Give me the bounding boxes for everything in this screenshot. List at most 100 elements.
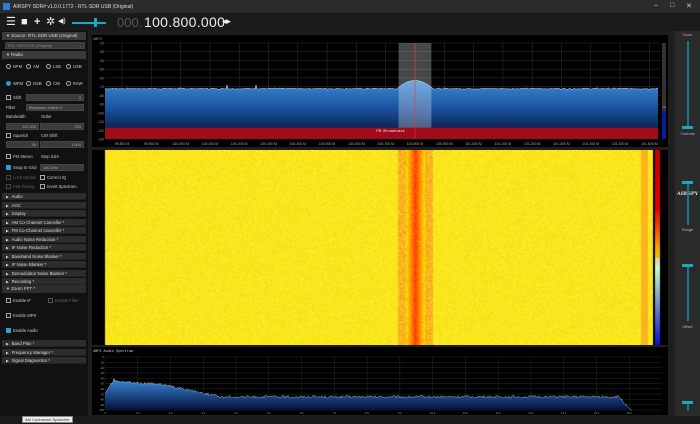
source-header[interactable]: Source: RTL-SDR USB (Original)	[2, 32, 86, 40]
range-slider[interactable]	[687, 183, 689, 225]
section-header[interactable]: Baseband Noise Blanker *	[2, 252, 86, 260]
zoom-slider[interactable]	[687, 41, 689, 126]
invert-spectrum-checkbox[interactable]	[40, 184, 45, 189]
order-label: Order	[41, 114, 52, 119]
stop-button[interactable]: ■	[21, 15, 28, 29]
enable-if-label: Enable IF	[13, 298, 31, 303]
enable-filter-checkbox[interactable]	[48, 298, 53, 303]
snap-to-grid-checkbox[interactable]	[6, 165, 11, 170]
section-header[interactable]: Band Plan *	[2, 340, 86, 347]
mode-radio-wfm[interactable]	[6, 81, 11, 86]
squelch-checkbox[interactable]	[6, 133, 11, 138]
audio-slider-thumb[interactable]	[682, 401, 693, 404]
offset-slider-thumb[interactable]	[682, 264, 693, 267]
section-header[interactable]: AM Co-Channel Canceller *	[2, 218, 86, 226]
section-header[interactable]: AGC	[2, 201, 86, 209]
cw-shift-input[interactable]: 1,000	[40, 141, 84, 148]
filter-select[interactable]: Blackman-Harris 4	[26, 104, 84, 111]
step-size-select[interactable]: 100 kHz	[40, 164, 84, 171]
bandwidth-input[interactable]: 112,000	[6, 123, 39, 130]
section-header[interactable]: Display	[2, 210, 86, 217]
step-size-label: Step Size	[41, 154, 59, 159]
y-tick-label: -60	[100, 387, 104, 391]
mode-radio-usb[interactable]	[66, 64, 71, 69]
source-select[interactable]: RTL-SDR USB (Original) ⌄	[5, 42, 85, 49]
x-tick-label: 101.300 M	[553, 142, 570, 146]
x-tick-label: 7 k	[332, 411, 336, 415]
shift-checkbox[interactable]	[6, 95, 11, 100]
x-tick-label: 101.500 M	[612, 142, 629, 146]
close-button[interactable]: ✕	[686, 2, 692, 10]
zoom-slider-thumb[interactable]	[682, 126, 693, 129]
radio-header[interactable]: Radio	[2, 51, 86, 59]
volume-icon[interactable]: ◀)	[58, 15, 66, 29]
snap-to-grid-label: Snap to Grid	[13, 165, 37, 170]
x-tick-label: 100.100 M	[202, 142, 219, 146]
mode-radio-lsb[interactable]	[46, 64, 51, 69]
mode-label: CW	[53, 81, 60, 86]
squelch-label: Squelch	[13, 133, 29, 138]
frequency-display[interactable]: 100.800.000	[144, 14, 225, 30]
app-logo-icon	[3, 3, 10, 10]
level-value: 18	[662, 105, 666, 109]
add-button[interactable]: +	[34, 15, 40, 29]
enable-mpx-checkbox[interactable]	[6, 313, 11, 318]
section-header[interactable]: Recording *	[2, 278, 86, 285]
mode-radio-dsb[interactable]	[26, 81, 31, 86]
zoom-fft-header[interactable]: Zoom FFT *	[2, 285, 86, 293]
frequency-prefix: 000.	[117, 15, 143, 30]
waterfall[interactable]	[92, 150, 668, 345]
mode-label: LSB	[53, 64, 61, 69]
section-header[interactable]: Demodulator Noise Blanker *	[2, 269, 86, 277]
mode-radio-nfm[interactable]	[6, 64, 11, 69]
fm-stereo-label: FM Stereo	[13, 154, 33, 159]
y-tick-label: -50	[99, 68, 104, 72]
y-tick-label: -10	[100, 361, 104, 365]
spectrum-analyzer[interactable]: -20 -30 -40 -50 -60 -70 -80 -90 -100 -110 -120 -130…	[92, 35, 668, 147]
x-tick-label: 16 k	[627, 411, 633, 415]
mode-label: USB	[73, 64, 82, 69]
shift-input[interactable]: 0	[26, 94, 84, 101]
correct-iq-checkbox[interactable]	[40, 175, 45, 180]
control-panel: Source: RTL-SDR USB (Original) RTL-SDR U…	[0, 31, 88, 416]
order-input[interactable]: 250	[40, 123, 84, 130]
fm-stereo-checkbox[interactable]	[6, 154, 11, 159]
section-header[interactable]: IF Noise Blanker *	[2, 261, 86, 268]
enable-audio-checkbox[interactable]	[6, 328, 11, 333]
spectrum-plot[interactable]: -20 -30 -40 -50 -60 -70 -80 -90 -100 -110 -120 -130…	[92, 35, 668, 147]
waterfall-canvas[interactable]	[92, 150, 668, 345]
mode-radio-raw[interactable]	[66, 81, 71, 86]
enable-audio-label: Enable Audio	[13, 328, 38, 333]
section-header[interactable]: FM Co-Channel Canceller *	[2, 227, 86, 234]
section-header[interactable]: IF Noise Reduction *	[2, 244, 86, 251]
invert-spectrum-label: Invert Spectrum	[47, 184, 77, 189]
x-tick-label: 100.500 M	[319, 142, 336, 146]
enable-mpx-label: Enable MPX	[13, 313, 37, 318]
y-tick-label: -80	[99, 94, 104, 98]
anti-fading-checkbox[interactable]	[6, 184, 11, 189]
section-header[interactable]: Audio	[2, 193, 86, 200]
x-tick-label: 100.400 M	[290, 142, 307, 146]
maximize-button[interactable]: □	[670, 2, 674, 9]
lock-carrier-checkbox[interactable]	[6, 175, 11, 180]
gear-icon[interactable]: ✲	[46, 15, 55, 29]
mode-radio-am[interactable]	[26, 64, 31, 69]
lock-carrier-label: Lock Carrier	[13, 175, 36, 180]
spectrum-trace	[104, 80, 659, 90]
menu-icon[interactable]: ☰	[6, 15, 16, 29]
mode-radio-cw[interactable]	[46, 81, 51, 86]
minimize-button[interactable]: –	[654, 2, 658, 9]
squelch-input[interactable]: 50	[6, 141, 39, 148]
volume-slider[interactable]	[72, 22, 106, 24]
offset-slider[interactable]	[687, 266, 689, 321]
x-tick-label: 11 k	[463, 411, 469, 415]
range-slider-thumb[interactable]	[682, 181, 693, 184]
volume-slider-thumb[interactable]	[94, 18, 97, 27]
section-header[interactable]: Frequency Manager *	[2, 348, 86, 356]
mode-label: NFM	[13, 64, 23, 69]
tune-arrows-icon[interactable]: ◂▸	[222, 16, 231, 27]
section-header[interactable]: Signal Diagnostics *	[2, 357, 86, 364]
enable-if-checkbox[interactable]	[6, 298, 11, 303]
x-tick-label: 101.000 M	[465, 142, 482, 146]
section-header[interactable]: Audio Noise Reduction *	[2, 235, 86, 243]
